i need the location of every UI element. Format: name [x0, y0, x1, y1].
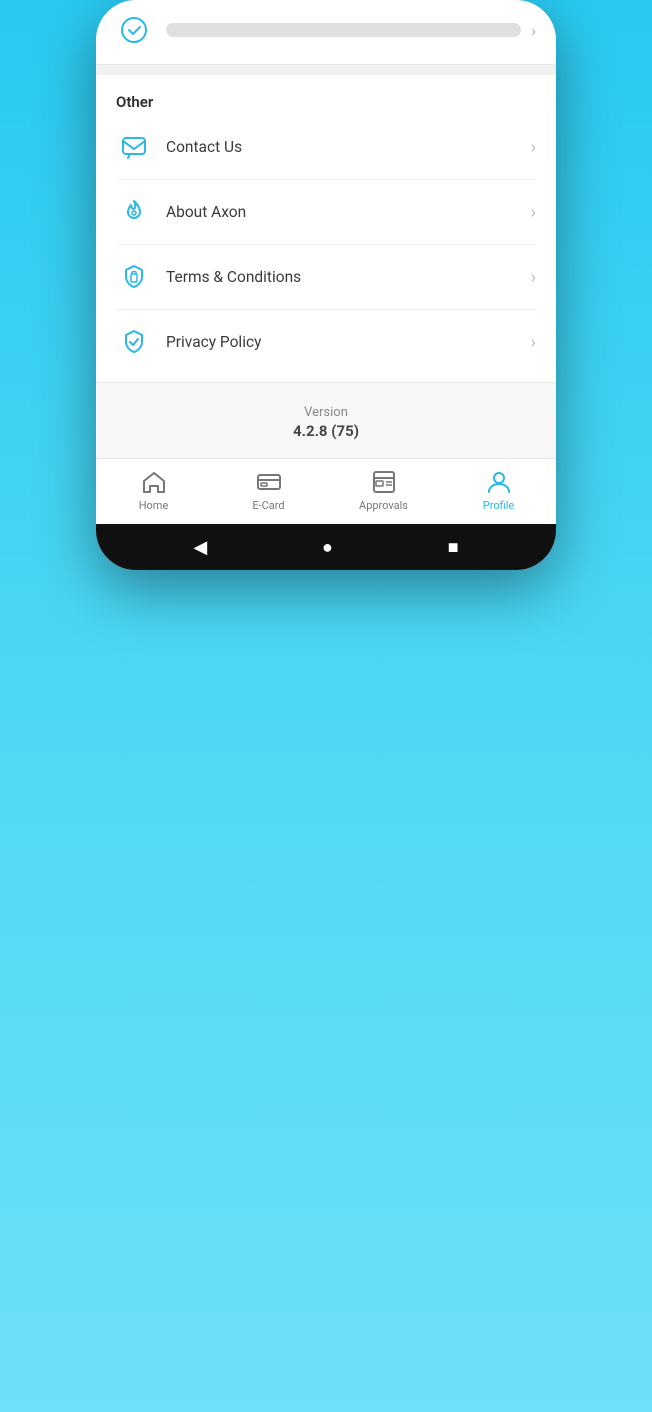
android-home-button[interactable]: ●	[322, 537, 333, 558]
contact-us-chevron-icon: ›	[531, 137, 536, 158]
contact-us-label: Contact Us	[166, 138, 531, 156]
nav-ecard[interactable]: E-Card	[211, 465, 326, 516]
about-axon-chevron-icon: ›	[531, 202, 536, 223]
nav-approvals-label: Approvals	[359, 499, 408, 512]
bottom-nav: Home E-Card	[96, 458, 556, 524]
terms-conditions-item[interactable]: Terms & Conditions ›	[116, 245, 536, 310]
ecard-icon	[256, 469, 282, 495]
nav-ecard-label: E-Card	[252, 499, 284, 512]
terms-conditions-label: Terms & Conditions	[166, 268, 531, 286]
about-axon-label: About Axon	[166, 203, 531, 221]
version-label: Version	[96, 405, 556, 420]
privacy-policy-chevron-icon: ›	[531, 332, 536, 353]
terms-conditions-chevron-icon: ›	[531, 267, 536, 288]
privacy-policy-label: Privacy Policy	[166, 333, 531, 351]
shield-icon	[120, 263, 148, 291]
phone-wrapper: › Other Contact Us ›	[96, 0, 556, 570]
message-icon	[120, 133, 148, 161]
partial-chevron-icon: ›	[531, 21, 536, 40]
privacy-policy-item[interactable]: Privacy Policy ›	[116, 310, 536, 374]
android-back-button[interactable]: ◀	[193, 537, 207, 558]
partial-text-placeholder	[166, 23, 521, 37]
nav-profile[interactable]: Profile	[441, 465, 556, 516]
partial-top-item[interactable]: ›	[96, 0, 556, 65]
other-section: Other Contact Us ›	[96, 75, 556, 382]
checkshield-icon	[120, 328, 148, 356]
nav-home-label: Home	[139, 499, 169, 512]
nav-approvals[interactable]: Approvals	[326, 465, 441, 516]
nav-profile-label: Profile	[483, 499, 514, 512]
profile-icon	[486, 469, 512, 495]
privacy-policy-icon-wrap	[116, 324, 152, 360]
approvals-icon	[371, 469, 397, 495]
version-section: Version 4.2.8 (75)	[96, 382, 556, 458]
contact-us-icon-wrap	[116, 129, 152, 165]
section-divider	[96, 65, 556, 75]
home-icon	[141, 469, 167, 495]
fire-icon	[120, 198, 148, 226]
other-section-label: Other	[116, 93, 536, 111]
about-axon-icon-wrap	[116, 194, 152, 230]
nav-home[interactable]: Home	[96, 465, 211, 516]
partial-icon	[116, 12, 152, 48]
phone-body: › Other Contact Us ›	[96, 0, 556, 570]
android-nav-bar: ◀ ● ■	[96, 524, 556, 570]
contact-us-item[interactable]: Contact Us ›	[116, 115, 536, 180]
phone-screen: › Other Contact Us ›	[96, 0, 556, 570]
android-recents-button[interactable]: ■	[448, 537, 459, 558]
terms-conditions-icon-wrap	[116, 259, 152, 295]
version-number: 4.2.8 (75)	[96, 422, 556, 440]
about-axon-item[interactable]: About Axon ›	[116, 180, 536, 245]
